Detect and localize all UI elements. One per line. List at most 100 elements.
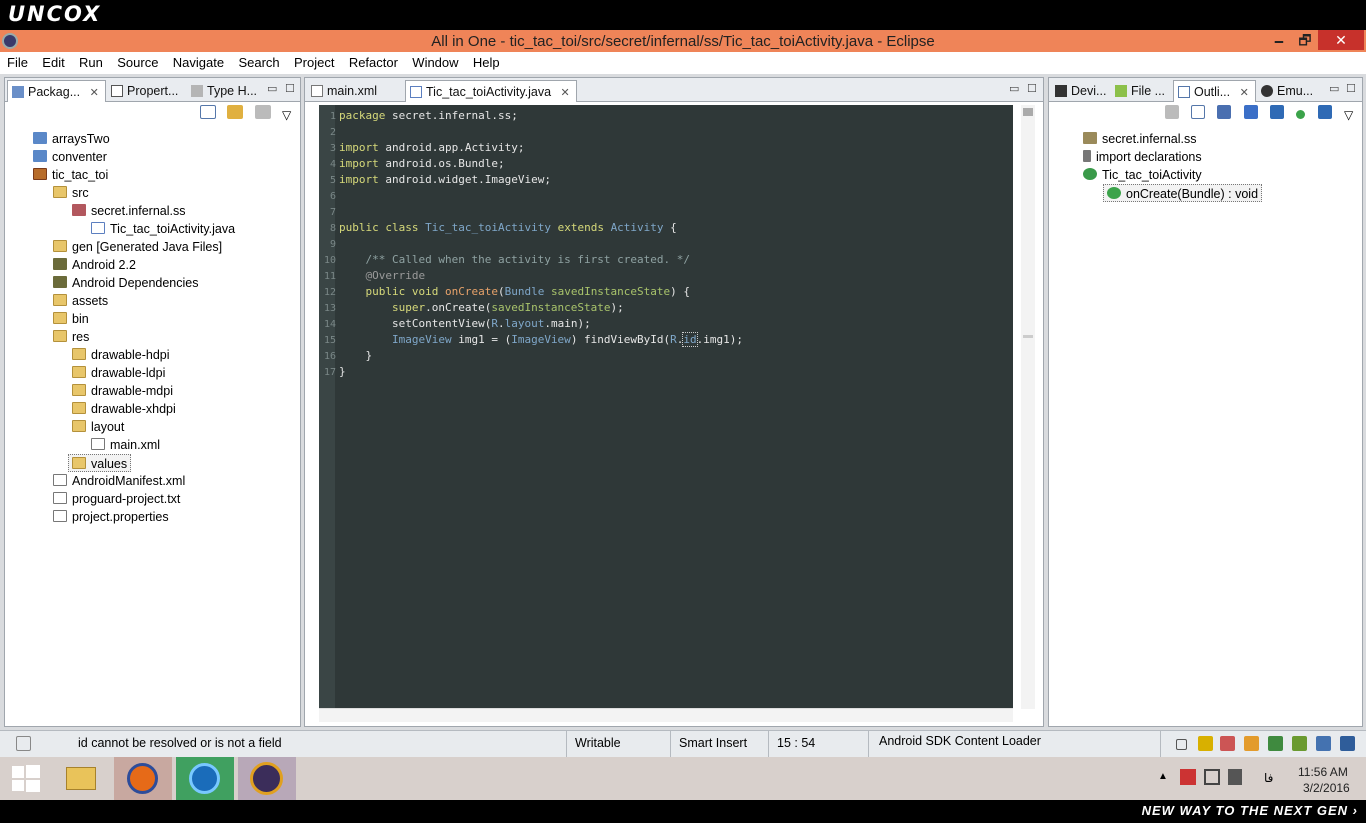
menu-refactor[interactable]: Refactor bbox=[345, 52, 402, 70]
outline-icon bbox=[1178, 86, 1190, 98]
error-token[interactable]: id bbox=[682, 332, 698, 347]
tray-language[interactable]: فا bbox=[1264, 771, 1273, 785]
tab-type-hierarchy[interactable]: Type H... bbox=[187, 80, 263, 102]
close-icon[interactable]: ✕ bbox=[90, 87, 99, 99]
overview-ruler[interactable] bbox=[1021, 105, 1035, 709]
lint-icon[interactable] bbox=[1244, 736, 1259, 751]
outline-item[interactable]: Tic_tac_toiActivity bbox=[1083, 166, 1202, 184]
tree-item[interactable]: assets bbox=[53, 292, 108, 310]
tree-item[interactable]: arraysTwo bbox=[33, 130, 110, 148]
outline-item[interactable]: secret.infernal.ss bbox=[1083, 130, 1196, 148]
tab-emulator[interactable]: Emu... bbox=[1257, 80, 1319, 102]
tree-item[interactable]: layout bbox=[72, 418, 124, 436]
tab-main-xml[interactable]: main.xml bbox=[307, 80, 383, 102]
close-button[interactable]: ✕ bbox=[1318, 30, 1364, 50]
eclipse-button[interactable] bbox=[238, 757, 296, 800]
filters-icon[interactable] bbox=[254, 105, 271, 119]
check-icon[interactable] bbox=[1316, 736, 1331, 751]
minimize-view-icon[interactable]: ▭ bbox=[1329, 82, 1339, 95]
sdk-manager-icon[interactable] bbox=[1220, 736, 1235, 751]
tray-chevron-icon[interactable]: ▲ bbox=[1158, 771, 1168, 782]
code-annotation: @Override bbox=[339, 269, 426, 282]
tree-item-label: src bbox=[72, 186, 89, 200]
monitor-icon[interactable] bbox=[1340, 736, 1355, 751]
tree-item-selected[interactable]: values bbox=[68, 454, 132, 472]
menu-edit[interactable]: Edit bbox=[38, 52, 68, 70]
firefox-button[interactable] bbox=[114, 757, 172, 800]
restore-button[interactable]: 🗗 bbox=[1292, 30, 1318, 50]
menu-search[interactable]: Search bbox=[234, 52, 283, 70]
android-device-icon[interactable] bbox=[1198, 736, 1213, 751]
outline-item-selected[interactable]: onCreate(Bundle) : void bbox=[1103, 184, 1263, 202]
tab-package-explorer[interactable]: Packag... ✕ bbox=[7, 80, 106, 102]
debug-icon[interactable] bbox=[1292, 736, 1307, 751]
menu-help[interactable]: Help bbox=[469, 52, 504, 70]
clock-date[interactable]: 3/2/2016 bbox=[1303, 781, 1350, 795]
horizontal-scrollbar[interactable] bbox=[319, 708, 1013, 722]
tree-item[interactable]: bin bbox=[53, 310, 89, 328]
hide-local-types-icon[interactable] bbox=[1317, 105, 1332, 119]
window-icon[interactable] bbox=[1176, 739, 1187, 750]
tree-item[interactable]: drawable-mdpi bbox=[72, 382, 173, 400]
line-number: 16 bbox=[323, 351, 336, 362]
hide-static-icon[interactable] bbox=[1269, 105, 1284, 119]
maximize-view-icon[interactable]: ☐ bbox=[1346, 82, 1356, 95]
tab-devices[interactable]: Devi... bbox=[1051, 80, 1112, 102]
tray-network-icon[interactable] bbox=[1204, 769, 1220, 785]
menu-source[interactable]: Source bbox=[113, 52, 162, 70]
link-editor-icon[interactable] bbox=[227, 105, 244, 119]
tree-item[interactable]: secret.infernal.ss bbox=[72, 202, 185, 220]
menu-window[interactable]: Window bbox=[408, 52, 462, 70]
hide-fields-icon[interactable] bbox=[1243, 105, 1258, 119]
tab-file-explorer[interactable]: File ... bbox=[1111, 80, 1171, 102]
tree-item[interactable]: Tic_tac_toiActivity.java bbox=[91, 220, 235, 238]
tab-properties[interactable]: Propert... bbox=[107, 80, 184, 102]
menu-file[interactable]: File bbox=[3, 52, 32, 70]
tab-activity-java[interactable]: Tic_tac_toiActivity.java ✕ bbox=[405, 80, 577, 102]
view-menu-icon[interactable]: ▽ bbox=[1344, 108, 1354, 122]
tree-item[interactable]: AndroidManifest.xml bbox=[53, 472, 185, 490]
fast-view-icon[interactable] bbox=[16, 736, 31, 751]
tree-icon[interactable] bbox=[1268, 736, 1283, 751]
tree-item[interactable]: gen [Generated Java Files] bbox=[53, 238, 222, 256]
menu-project[interactable]: Project bbox=[290, 52, 338, 70]
tree-item[interactable]: Android Dependencies bbox=[53, 274, 198, 292]
outline-item[interactable]: import declarations bbox=[1083, 148, 1202, 166]
filters-icon[interactable] bbox=[1164, 105, 1179, 119]
error-marker-icon[interactable] bbox=[1023, 335, 1033, 338]
tree-item[interactable]: drawable-xhdpi bbox=[72, 400, 176, 418]
maximize-view-icon[interactable]: ☐ bbox=[285, 82, 295, 95]
java-file-icon bbox=[410, 86, 422, 98]
file-explorer-button[interactable] bbox=[54, 757, 112, 800]
tree-item[interactable]: proguard-project.txt bbox=[53, 490, 180, 508]
tree-item[interactable]: project.properties bbox=[53, 508, 169, 526]
minimize-view-icon[interactable]: ▭ bbox=[267, 82, 277, 95]
menu-navigate[interactable]: Navigate bbox=[169, 52, 228, 70]
tree-item[interactable]: conventer bbox=[33, 148, 107, 166]
code-text-area[interactable]: 1 package secret.infernal.ss; 2 3 import a… bbox=[319, 105, 1013, 709]
hide-nonpublic-icon[interactable] bbox=[1296, 110, 1306, 119]
maximize-view-icon[interactable]: ☐ bbox=[1027, 82, 1037, 95]
media-player-button[interactable] bbox=[176, 757, 234, 800]
minimize-view-icon[interactable]: ▭ bbox=[1009, 82, 1019, 95]
tray-volume-icon[interactable] bbox=[1228, 769, 1242, 785]
tree-item[interactable]: res bbox=[53, 328, 89, 346]
start-button[interactable] bbox=[0, 757, 58, 800]
close-icon[interactable]: ✕ bbox=[1240, 87, 1249, 99]
collapse-all-icon[interactable] bbox=[1190, 105, 1205, 119]
sort-icon[interactable] bbox=[1217, 105, 1232, 119]
clock-time[interactable]: 11:56 AM bbox=[1298, 765, 1348, 779]
tree-item[interactable]: tic_tac_toi bbox=[33, 166, 108, 184]
tree-item[interactable]: main.xml bbox=[91, 436, 160, 454]
collapse-all-icon[interactable] bbox=[199, 105, 216, 119]
close-icon[interactable]: ✕ bbox=[561, 87, 570, 99]
menu-run[interactable]: Run bbox=[75, 52, 107, 70]
view-menu-icon[interactable]: ▽ bbox=[282, 108, 292, 122]
tree-item[interactable]: src bbox=[53, 184, 89, 202]
tree-item[interactable]: drawable-hdpi bbox=[72, 346, 170, 364]
minimize-button[interactable]: 🗕 bbox=[1266, 30, 1292, 50]
tray-flag-icon[interactable] bbox=[1180, 769, 1196, 785]
tree-item[interactable]: drawable-ldpi bbox=[72, 364, 165, 382]
tree-item[interactable]: Android 2.2 bbox=[53, 256, 136, 274]
tab-outline[interactable]: Outli... ✕ bbox=[1173, 80, 1256, 102]
